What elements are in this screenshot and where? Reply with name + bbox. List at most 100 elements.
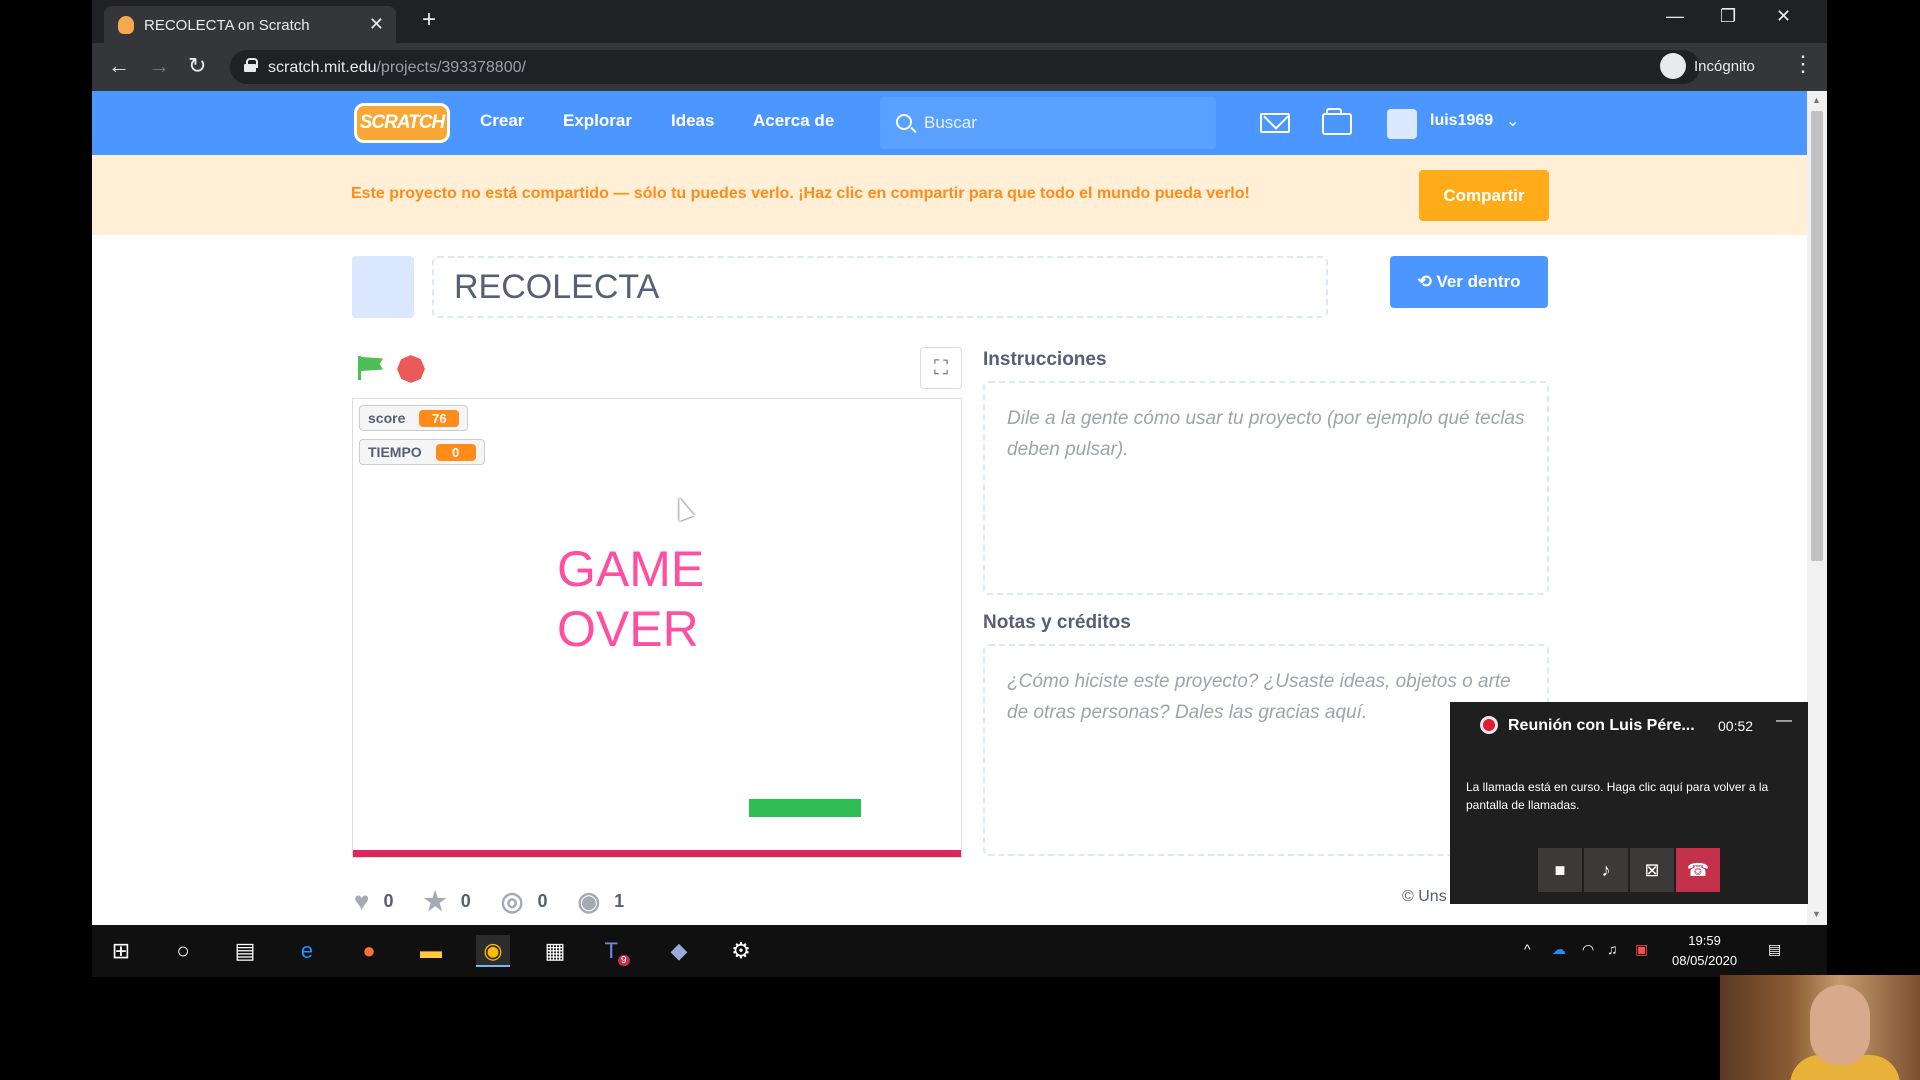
eye-icon: ◉ xyxy=(577,886,601,916)
taskbar-clock[interactable]: 19:59 08/05/2020 xyxy=(1672,931,1737,971)
nav-link-acerca-de[interactable]: Acerca de xyxy=(753,111,834,131)
call-widget[interactable]: Reunión con Luis Pére... 00:52 — La llam… xyxy=(1450,702,1808,904)
remixes-count: 0 xyxy=(537,891,548,911)
game-over-line-2: OVER xyxy=(557,601,699,657)
app-icon[interactable]: ◆ xyxy=(662,935,696,967)
incognito-indicator[interactable]: Incógnito xyxy=(1660,53,1755,79)
call-info[interactable]: La llamada está en curso. Haga clic aquí… xyxy=(1466,778,1796,814)
tab-bar: RECOLECTA on Scratch ✕ + — ❐ ✕ xyxy=(92,0,1827,43)
search-input[interactable] xyxy=(924,109,1204,137)
scroll-down-icon[interactable]: ▼ xyxy=(1812,909,1821,919)
remix-icon: ◎ xyxy=(500,886,524,916)
paddle-sprite xyxy=(749,799,861,817)
browser-chrome: RECOLECTA on Scratch ✕ + — ❐ ✕ ← → ↻ scr… xyxy=(92,0,1827,91)
loves-count: 0 xyxy=(383,891,394,911)
scrollbar-thumb[interactable] xyxy=(1811,111,1823,561)
minimize-window-icon[interactable]: — xyxy=(1666,6,1684,27)
heart-icon: ♥ xyxy=(354,886,370,916)
close-tab-icon[interactable]: ✕ xyxy=(369,14,384,35)
loves-stat[interactable]: ♥ 0 xyxy=(354,886,393,917)
url-host: scratch.mit.edu xyxy=(268,59,377,76)
avatar[interactable] xyxy=(1387,109,1417,139)
windows-taskbar: ⊞ ○ ▤ e ● ▬ ◉ ▦ T9 ◆ ⚙ ^ ☁ ◠ ♫ ▣ 19:59 0… xyxy=(92,925,1827,977)
onedrive-icon[interactable]: ☁ xyxy=(1552,941,1566,958)
page-scrollbar[interactable]: ▲ ▼ xyxy=(1807,91,1827,925)
tiempo-monitor: TIEMPO 0 xyxy=(359,439,485,465)
game-over-text: GAME OVER xyxy=(557,539,704,659)
call-title: Reunión con Luis Pére... xyxy=(1508,717,1695,734)
game-over-line-1: GAME xyxy=(557,541,705,597)
firefox-icon[interactable]: ● xyxy=(352,935,386,967)
file-explorer-icon[interactable]: ▬ xyxy=(414,935,448,967)
clock-time: 19:59 xyxy=(1688,933,1721,948)
notifications-icon[interactable]: ▤ xyxy=(1768,941,1781,958)
desktop: RECOLECTA on Scratch ✕ + — ❐ ✕ ← → ↻ scr… xyxy=(0,0,1920,1080)
tray-chevron-up-icon[interactable]: ^ xyxy=(1524,941,1531,957)
url-field[interactable]: scratch.mit.edu/projects/393378800/ ☆ xyxy=(230,50,1700,84)
instructions-field[interactable]: Dile a la gente cómo usar tu proyecto (p… xyxy=(983,381,1549,595)
favorites-stat[interactable]: ★ 0 xyxy=(423,886,470,917)
scratch-favicon-icon xyxy=(118,16,134,34)
browser-menu-icon[interactable]: ⋮ xyxy=(1792,51,1814,77)
close-window-icon[interactable]: ✕ xyxy=(1776,6,1791,27)
mouse-pointer-icon xyxy=(671,494,695,522)
teams-tray-icon[interactable]: ▣ xyxy=(1635,941,1648,958)
not-shared-banner: Este proyecto no está compartido — sólo … xyxy=(92,155,1807,235)
teams-icon[interactable]: T9 xyxy=(600,935,634,967)
monitor-label: score xyxy=(368,410,406,426)
reload-icon[interactable]: ↻ xyxy=(188,53,206,79)
end-call-icon[interactable]: ☎ xyxy=(1676,848,1720,892)
chevron-down-icon[interactable]: ⌄ xyxy=(1506,111,1519,131)
network-icon[interactable]: ◠ xyxy=(1582,941,1594,958)
webcam-person-head xyxy=(1810,985,1870,1065)
minimize-call-icon[interactable]: — xyxy=(1776,712,1792,730)
project-author-thumbnail[interactable] xyxy=(352,256,414,318)
windows-start-icon[interactable]: ⊞ xyxy=(104,935,138,967)
chrome-icon[interactable]: ◉ xyxy=(476,935,510,967)
see-inside-button[interactable]: ⟲ Ver dentro xyxy=(1390,256,1548,308)
nav-link-crear[interactable]: Crear xyxy=(480,111,524,131)
scratch-navbar: SCRATCH Crear Explorar Ideas Acerca de l… xyxy=(92,91,1807,155)
project-stage[interactable]: score 76 TIEMPO 0 GAME OVER xyxy=(352,398,962,858)
scratch-logo[interactable]: SCRATCH xyxy=(354,103,450,143)
stop-sharing-icon[interactable]: ⊠ xyxy=(1630,848,1674,892)
edge-icon[interactable]: e xyxy=(290,935,324,967)
microphone-icon[interactable]: ♪ xyxy=(1584,848,1628,892)
tab-title: RECOLECTA on Scratch xyxy=(144,17,310,34)
remixes-stat: ◎ 0 xyxy=(501,886,548,917)
folder-icon[interactable] xyxy=(1322,108,1352,135)
settings-gear-icon[interactable]: ⚙ xyxy=(724,935,758,967)
volume-icon[interactable]: ♫ xyxy=(1607,941,1618,957)
score-monitor: score 76 xyxy=(359,405,469,431)
search-box xyxy=(880,97,1216,149)
project-title-field[interactable]: RECOLECTA xyxy=(432,256,1328,318)
back-icon[interactable]: ← xyxy=(108,53,130,79)
share-button[interactable]: Compartir xyxy=(1419,170,1549,221)
fullscreen-icon[interactable]: ⛶ xyxy=(920,347,962,389)
forward-icon[interactable]: → xyxy=(148,53,170,79)
username[interactable]: luis1969 xyxy=(1430,112,1493,130)
new-tab-icon[interactable]: + xyxy=(422,6,436,34)
favorites-count: 0 xyxy=(460,891,471,911)
cortana-icon[interactable]: ○ xyxy=(166,935,200,967)
stop-icon[interactable] xyxy=(394,352,428,386)
views-count: 1 xyxy=(614,891,625,911)
scroll-up-icon[interactable]: ▲ xyxy=(1812,95,1821,105)
store-icon[interactable]: ▦ xyxy=(538,935,572,967)
nav-link-explorar[interactable]: Explorar xyxy=(563,111,632,131)
browser-tab[interactable]: RECOLECTA on Scratch ✕ xyxy=(104,6,396,43)
project-stats: ♥ 0 ★ 0 ◎ 0 ◉ 1 xyxy=(354,886,624,917)
mail-icon[interactable] xyxy=(1260,113,1290,133)
monitor-label: TIEMPO xyxy=(368,444,422,460)
nav-link-ideas[interactable]: Ideas xyxy=(671,111,714,131)
see-inside-icon: ⟲ xyxy=(1417,272,1437,291)
call-duration: 00:52 xyxy=(1718,718,1754,734)
search-icon xyxy=(896,114,912,130)
restore-window-icon[interactable]: ❐ xyxy=(1720,6,1736,27)
clock-date: 08/05/2020 xyxy=(1672,953,1738,968)
monitor-value: 0 xyxy=(435,443,476,461)
task-view-icon[interactable]: ▤ xyxy=(228,935,262,967)
camera-icon[interactable]: ■ xyxy=(1538,848,1582,892)
flag-icon[interactable] xyxy=(358,356,386,380)
address-bar: ← → ↻ scratch.mit.edu/projects/393378800… xyxy=(92,43,1827,91)
